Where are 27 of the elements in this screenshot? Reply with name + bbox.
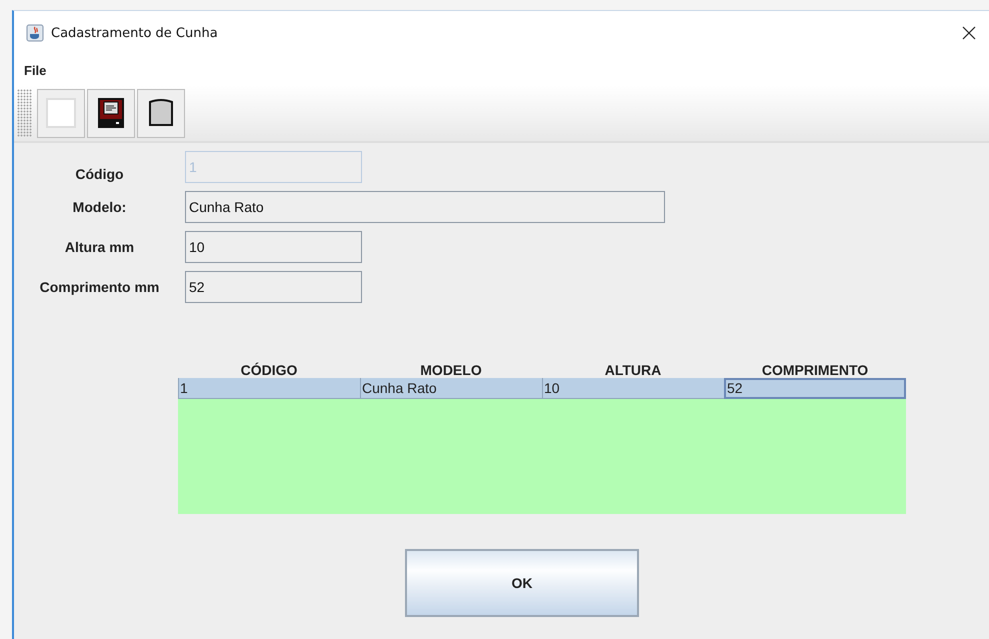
- toolbar-grip[interactable]: [17, 89, 32, 137]
- field-label: Modelo:: [72, 199, 128, 215]
- input-field[interactable]: 52: [185, 271, 362, 303]
- column-header[interactable]: CÓDIGO: [178, 362, 360, 378]
- menu-item[interactable]: File: [22, 62, 48, 78]
- table-cell: 52: [724, 378, 906, 399]
- column-header[interactable]: MODELO: [360, 362, 542, 378]
- close-icon: [962, 26, 976, 40]
- input-field[interactable]: 10: [185, 231, 362, 263]
- column-header[interactable]: ALTURA: [542, 362, 724, 378]
- java-cup-icon: [26, 24, 44, 42]
- field-label: Altura mm: [64, 239, 136, 255]
- ok-button[interactable]: OK: [405, 549, 639, 617]
- toolbar-button[interactable]: [87, 88, 135, 138]
- table-cell: 1: [178, 378, 360, 399]
- table-row[interactable]: 1 Cunha Rato 10 52: [178, 378, 906, 399]
- save-icon: [98, 98, 124, 128]
- table-cell: Cunha Rato: [360, 378, 542, 399]
- blank-page-icon: [46, 98, 76, 128]
- field-label: Código: [74, 166, 125, 182]
- column-header[interactable]: COMPRIMENTO: [724, 362, 906, 378]
- cylinder-icon: [148, 98, 174, 128]
- table-cell: 10: [542, 378, 724, 399]
- field-label: Comprimento mm: [38, 279, 160, 295]
- toolbar-button[interactable]: [137, 88, 185, 138]
- input-field[interactable]: Cunha Rato: [185, 191, 665, 223]
- window-title: Cadastramento de Cunha: [51, 26, 219, 40]
